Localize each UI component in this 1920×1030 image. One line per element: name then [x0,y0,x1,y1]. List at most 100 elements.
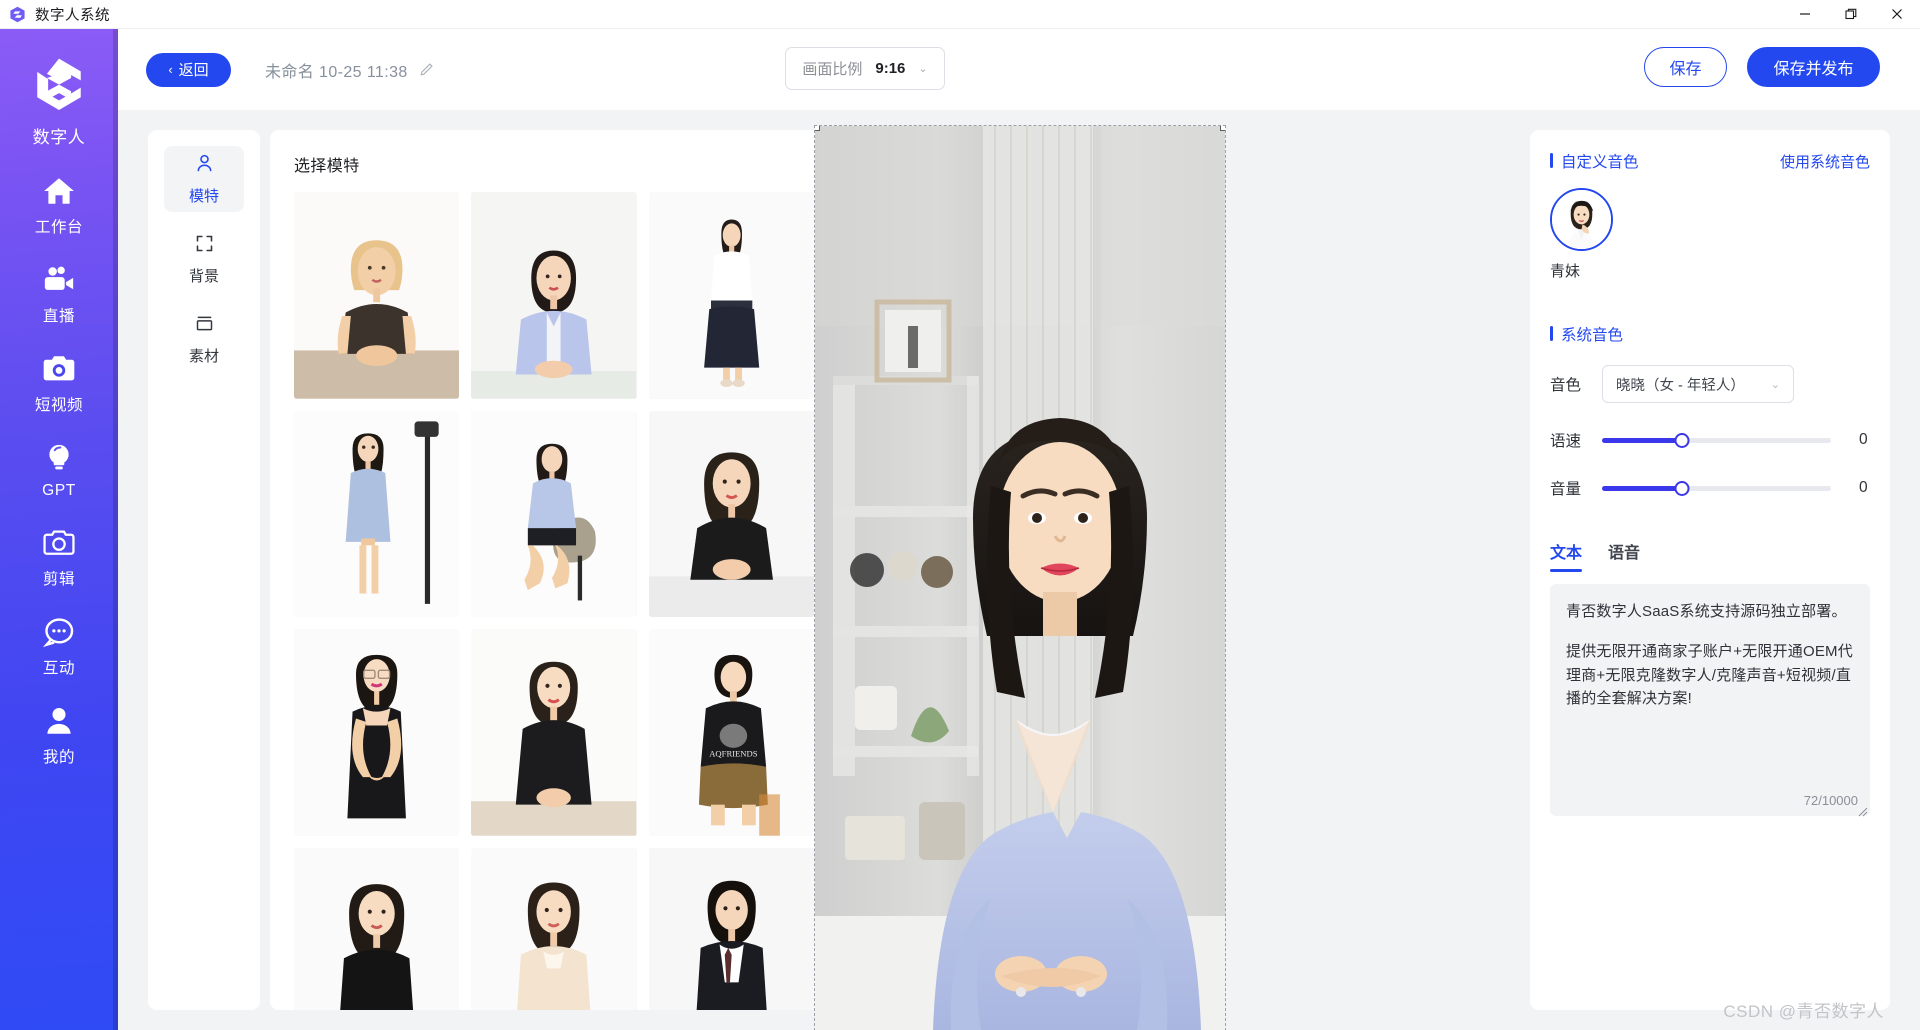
watermark: CSDN @青否数字人 [1723,1002,1884,1021]
model-thumbnail[interactable] [294,629,460,836]
pencil-icon[interactable] [419,62,434,77]
chevron-down-icon: ⌄ [1770,378,1780,391]
model-thumbnail[interactable] [471,192,637,399]
digital-human-preview[interactable] [814,125,1226,1030]
sidebar-item-mine[interactable]: 我的 [0,678,118,767]
chat-bubble-icon [42,605,76,649]
home-icon [42,164,76,208]
character-count: 72/10000 [1803,793,1858,808]
sidebar-item-editing[interactable]: 剪辑 [0,500,118,589]
aspect-ratio-value: 9:16 [875,60,906,77]
volume-field: 音量 0 [1550,477,1870,499]
script-paragraph: 提供无限开通商家子账户+无限开通OEM代理商+无限克隆数字人/克隆声音+短视频/… [1566,643,1853,707]
save-button[interactable]: 保存 [1644,47,1727,87]
close-icon[interactable] [1874,0,1920,29]
volume-slider-knob[interactable] [1674,480,1690,496]
system-voice-header: 系统音色 [1550,303,1870,345]
camera-outline-icon [42,516,76,560]
speed-slider-fill [1602,437,1683,443]
back-button[interactable]: ‹ 返回 [146,52,231,87]
custom-voice-card[interactable]: 青妹 [1550,188,1622,281]
model-thumbnail[interactable] [471,629,637,836]
app-logo-icon [9,6,26,23]
window-titlebar: 数字人系统 [0,0,1920,29]
sidebar-item-label: 剪辑 [42,571,76,588]
brand-hexagon-icon [30,55,88,113]
canvas-area [680,110,1360,1030]
speed-slider[interactable] [1602,430,1831,450]
textarea-resize-grip[interactable] [1857,804,1868,817]
avatar [1550,188,1613,251]
model-thumbnail[interactable] [294,410,460,618]
editor-tool-strip: 模特 背景 素材 [148,130,260,1010]
chevron-down-icon: ⌄ [918,63,928,75]
tab-material-label: 素材 [188,347,219,365]
save-and-publish-button[interactable]: 保存并发布 [1747,47,1880,87]
workspace: 模特 背景 素材 选择模特 AQFRIENDS 自定义音色 使用系统音色 青妹 … [118,110,1920,1030]
aspect-ratio-selector[interactable]: 画面比例 9:16 ⌄ [785,47,945,90]
tab-background-label: 背景 [188,267,219,285]
app-header: ‹ 返回 未命名 10-25 11:38 画面比例 9:16 ⌄ 保存 保存并发… [118,29,1920,110]
tab-background[interactable]: 背景 [164,226,244,292]
custom-voice-name: 青妹 [1550,263,1581,280]
model-thumbnail[interactable] [471,847,637,1010]
sidebar-item-label: 短视频 [34,397,84,414]
volume-slider-fill [1602,485,1683,491]
volume-value: 0 [1859,479,1868,496]
document-title-text: 未命名 10-25 11:38 [265,63,408,81]
camera-icon [42,342,76,386]
chevron-left-icon: ‹ [168,62,173,77]
model-thumbnail[interactable] [294,192,460,399]
tab-model[interactable]: 模特 [164,146,244,212]
lightbulb-icon [42,431,76,475]
crop-frame-icon [194,233,215,259]
system-voice-title: 系统音色 [1550,323,1623,345]
speed-value: 0 [1859,431,1868,448]
sidebar-item-label: 直播 [42,308,76,325]
video-camera-icon [42,253,76,297]
maximize-icon[interactable] [1828,0,1874,29]
sidebar-item-label: 数字人 [32,128,86,147]
header-actions: 保存 保存并发布 [1644,47,1880,87]
user-icon [42,694,76,738]
speed-slider-knob[interactable] [1674,432,1690,448]
tab-model-label: 模特 [188,187,219,205]
custom-voice-title: 自定义音色 [1550,150,1639,172]
timbre-field: 音色 晓晓（女 - 年轻人） ⌄ [1550,365,1870,403]
sidebar-item-label: 互动 [42,660,76,677]
sidebar-item-interaction[interactable]: 互动 [0,589,118,678]
resize-handle-top-left[interactable] [815,126,820,131]
content-tabs: 文本 语音 [1550,539,1870,572]
timbre-select-value: 晓晓（女 - 年轻人） [1616,377,1745,394]
sidebar-item-workbench[interactable]: 工作台 [0,148,118,237]
timbre-label: 音色 [1550,377,1582,394]
sidebar-item-short-video[interactable]: 短视频 [0,326,118,415]
minimize-icon[interactable] [1782,0,1828,29]
back-button-label: 返回 [178,62,209,79]
sidebar-item-label: 我的 [42,749,76,766]
tab-material[interactable]: 素材 [164,306,244,372]
aspect-ratio-label: 画面比例 [802,61,863,78]
sidebar-item-live[interactable]: 直播 [0,237,118,326]
primary-navigation-rail: 数字人 工作台 直播 短视频 GPT 剪辑 互动 我的 [0,29,118,1030]
voice-settings-panel: 自定义音色 使用系统音色 青妹 系统音色 音色 晓晓（女 - 年轻人） ⌄ 语速… [1530,130,1890,1010]
resize-handle-top-right[interactable] [1220,126,1225,131]
tab-voice[interactable]: 语音 [1608,539,1640,572]
speed-label: 语速 [1550,433,1582,450]
document-title: 未命名 10-25 11:38 [265,58,434,82]
timbre-select[interactable]: 晓晓（女 - 年轻人） ⌄ [1602,365,1794,403]
model-thumbnail[interactable] [294,847,460,1010]
script-textarea[interactable]: 青否数字人SaaS系统支持源码独立部署。 提供无限开通商家子账户+无限开通OEM… [1550,584,1870,817]
model-thumbnail[interactable] [471,410,637,618]
tab-text[interactable]: 文本 [1550,539,1583,572]
custom-voice-header: 自定义音色 使用系统音色 [1550,130,1870,172]
sidebar-item-label: GPT [42,482,76,499]
volume-label: 音量 [1550,481,1582,498]
sidebar-item-gpt[interactable]: GPT [0,415,118,500]
sidebar-item-digital-human[interactable]: 数字人 [0,29,118,148]
window-title: 数字人系统 [35,7,110,24]
script-paragraph: 青否数字人SaaS系统支持源码独立部署。 [1566,603,1847,620]
use-system-voice-link[interactable]: 使用系统音色 [1780,151,1870,172]
person-outline-icon [194,153,215,179]
volume-slider[interactable] [1602,478,1831,498]
